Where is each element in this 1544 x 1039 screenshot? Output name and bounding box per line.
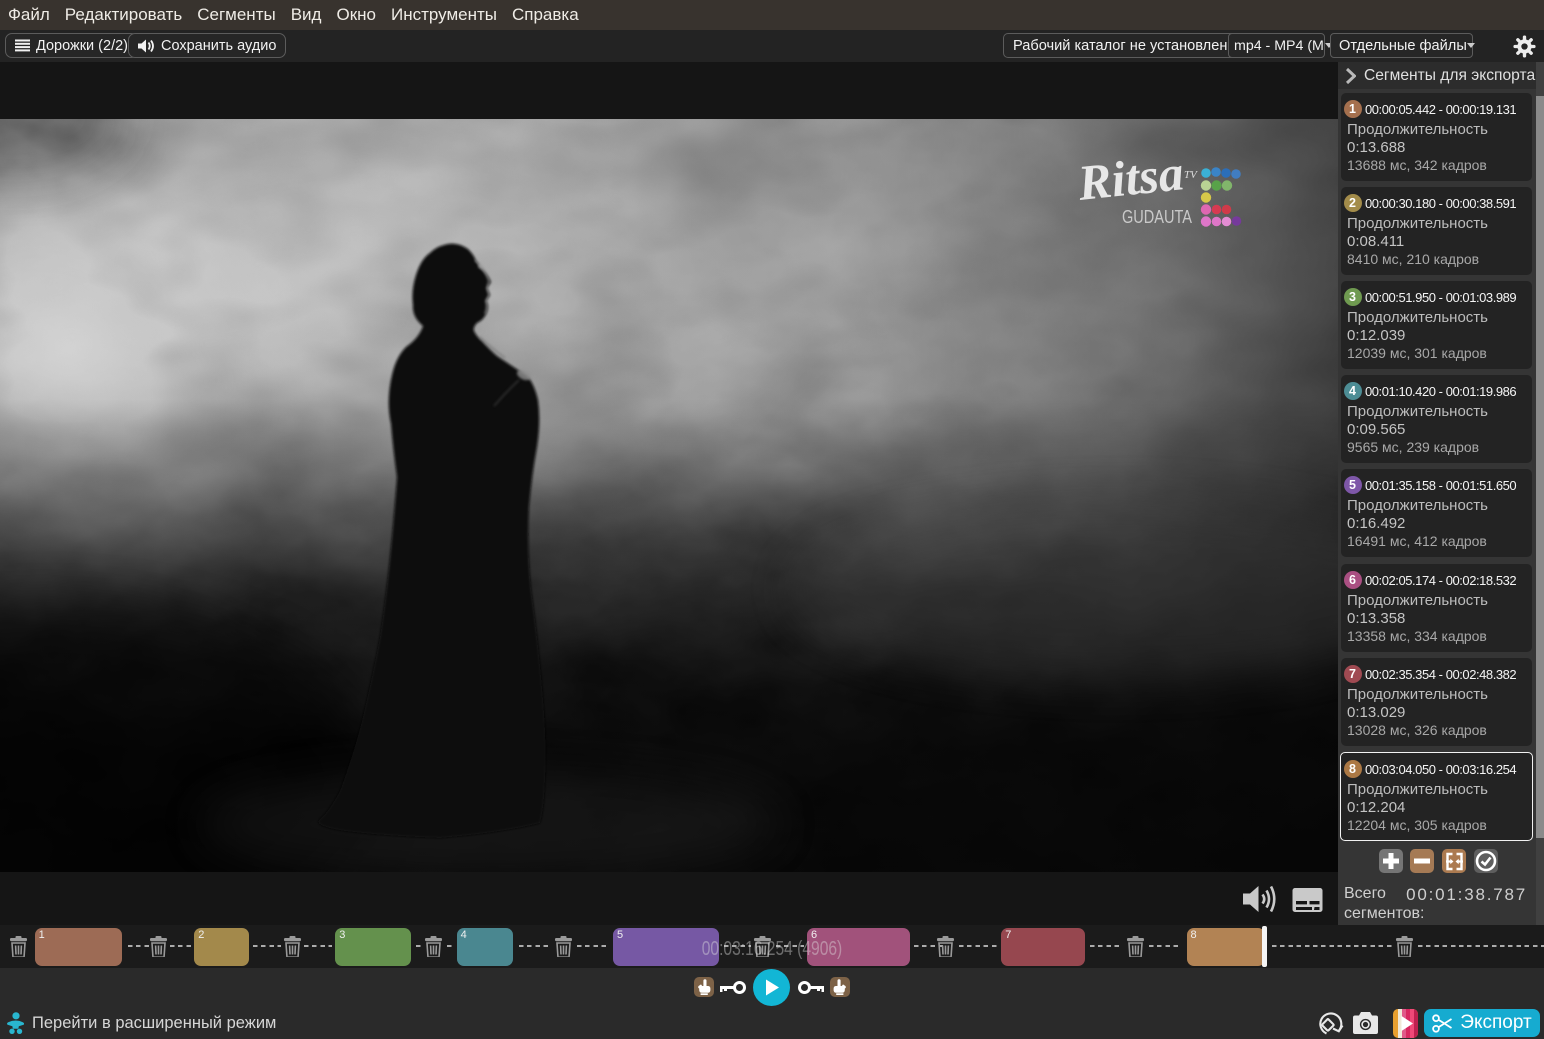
svg-text:TV: TV (1184, 169, 1198, 181)
svg-text:Ritsa: Ritsa (1074, 144, 1186, 211)
svg-text:GUDAUTA: GUDAUTA (1122, 206, 1193, 227)
